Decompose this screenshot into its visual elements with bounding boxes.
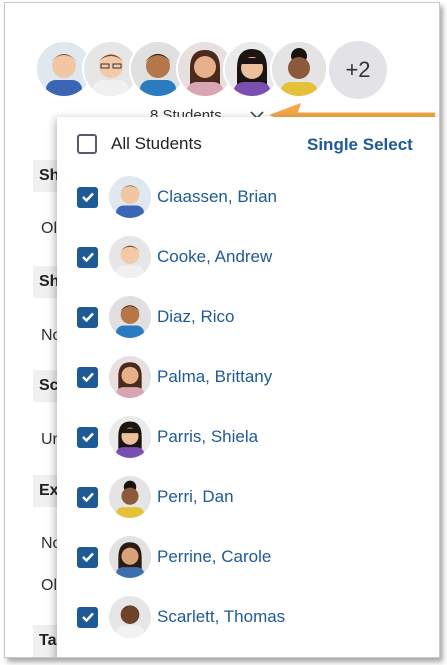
all-students-checkbox[interactable] xyxy=(77,134,97,154)
student-option[interactable]: Scarlett, Thomas xyxy=(77,595,285,639)
background-value: Ol xyxy=(41,577,57,594)
avatar xyxy=(109,356,151,398)
avatar xyxy=(109,236,151,278)
checkbox-checked[interactable] xyxy=(77,426,98,448)
more-students-badge[interactable]: +2 xyxy=(329,41,387,99)
student-name: Perri, Dan xyxy=(157,487,234,506)
student-option[interactable]: Palma, Brittany xyxy=(77,355,272,399)
all-students-label: All Students xyxy=(111,134,202,153)
all-students-option[interactable]: All Students xyxy=(77,132,202,156)
student-option[interactable]: Diaz, Rico xyxy=(77,295,234,339)
student-option[interactable]: Perri, Dan xyxy=(77,475,234,519)
avatar[interactable] xyxy=(270,40,328,98)
student-name: Scarlett, Thomas xyxy=(157,607,286,626)
avatar xyxy=(109,476,151,518)
student-name: Parris, Shiela xyxy=(157,427,259,446)
student-option[interactable]: Parris, Shiela xyxy=(77,415,258,459)
student-name: Cooke, Andrew xyxy=(157,247,273,266)
student-select-dropdown: All Students Single Select Claassen, Bri… xyxy=(57,117,439,657)
student-name: Claassen, Brian xyxy=(157,187,278,206)
avatar xyxy=(109,536,151,578)
checkbox-checked[interactable] xyxy=(77,306,98,328)
student-option[interactable]: Perrine, Carole xyxy=(77,535,271,579)
student-option[interactable]: Cooke, Andrew xyxy=(77,235,272,279)
student-name: Palma, Brittany xyxy=(157,367,273,386)
background-value: Ol xyxy=(41,220,57,237)
checkbox-checked[interactable] xyxy=(77,606,98,628)
checkbox-checked[interactable] xyxy=(77,486,98,508)
avatar xyxy=(109,176,151,218)
checkbox-checked[interactable] xyxy=(77,246,98,268)
background-value: Ur xyxy=(41,431,58,448)
checkbox-checked[interactable] xyxy=(77,546,98,568)
avatar xyxy=(109,596,151,638)
student-name: Perrine, Carole xyxy=(157,547,272,566)
avatar xyxy=(109,296,151,338)
checkbox-checked[interactable] xyxy=(77,186,98,208)
window-frame: +2 8 Students Sh Ol Sh No Sc Ur Ex No Ol… xyxy=(4,2,440,658)
single-select-link[interactable]: Single Select xyxy=(307,135,413,155)
avatar xyxy=(109,416,151,458)
student-name: Diaz, Rico xyxy=(157,307,235,326)
checkbox-checked[interactable] xyxy=(77,366,98,388)
student-option[interactable]: Claassen, Brian xyxy=(77,175,277,219)
